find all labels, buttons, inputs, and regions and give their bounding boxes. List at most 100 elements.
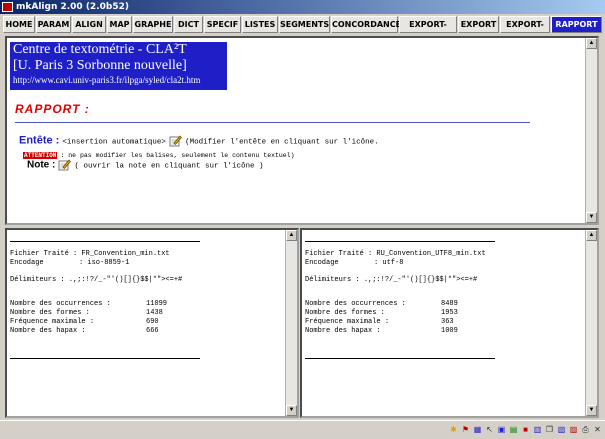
report-panel[interactable]: Centre de textométrie - CLA²T [U. Paris … (5, 36, 599, 225)
stats-divider-top (10, 241, 200, 242)
right-stats-scrollbar[interactable]: ▲ ▼ (585, 230, 597, 416)
right-stat-row: Nombre des occurrences : 8489 (305, 300, 458, 308)
flag-icon[interactable]: ⚑ (460, 423, 471, 436)
left-stats-scrollbar[interactable]: ▲ ▼ (285, 230, 297, 416)
tab-map[interactable]: MAP (107, 16, 132, 33)
pointer-icon[interactable]: ↖ (484, 423, 495, 436)
stat-value: 1438 (146, 309, 163, 317)
delim-value: .,;:!?/_-"'()[]{}$$|*"><=+# (363, 276, 478, 284)
window-title: mkAlign 2.00 (2.0b52) (16, 2, 129, 12)
right-stat-row: Fréquence maximale : 363 (305, 318, 454, 326)
stat-label: Nombre des formes : (305, 309, 385, 317)
delim-value: .,;:!?/_-"'()[]{}$$|*"><=+# (68, 276, 183, 284)
left-stat-row: Nombre des formes : 1438 (10, 309, 163, 317)
right-stat-row: Nombre des formes : 1953 (305, 309, 458, 317)
scroll-up-icon[interactable]: ▲ (286, 230, 297, 241)
window-icon[interactable]: ▣ (496, 423, 507, 436)
scroll-down-icon[interactable]: ▼ (586, 212, 597, 223)
tab-dict[interactable]: DICT (174, 16, 203, 33)
tab-param[interactable]: PARAM (36, 16, 71, 33)
stats-divider-top (305, 241, 495, 242)
stat-value: 1953 (441, 309, 458, 317)
app-icon (2, 2, 13, 12)
scroll-up-icon[interactable]: ▲ (586, 38, 597, 49)
tab-listes[interactable]: LISTES (242, 16, 278, 33)
scroll-down-icon[interactable]: ▼ (286, 405, 297, 416)
encoding-value: : utf-8 (374, 259, 404, 267)
scroll-up-icon[interactable]: ▲ (586, 230, 597, 241)
file-label: Fichier Traité : (305, 250, 373, 258)
left-stats-panel[interactable]: Fichier Traité : FR_Convention_min.txt E… (5, 228, 299, 418)
tab-segments[interactable]: SEGMENTS (279, 16, 330, 33)
stat-value: 363 (441, 318, 454, 326)
star-icon[interactable]: ✱ (448, 423, 459, 436)
close-icon[interactable]: ✕ (592, 423, 603, 436)
delim-label: Délimiteurs : (10, 276, 65, 284)
header-url[interactable]: http://www.cavi.univ-paris3.fr/ilpga/syl… (13, 74, 227, 86)
encoding-label: Encodage (10, 259, 44, 267)
scroll-down-icon[interactable]: ▼ (586, 405, 597, 416)
left-file-row: Fichier Traité : FR_Convention_min.txt (10, 250, 170, 258)
note-label: Note : (27, 159, 56, 171)
right-delim-row: Délimiteurs : .,;:!?/_-"'()[]{}$$|*"><=+… (305, 276, 477, 284)
chart-icon[interactable]: ▦ (472, 423, 483, 436)
delim-label: Délimiteurs : (305, 276, 360, 284)
entete-label: Entête : (19, 134, 60, 147)
tab-export[interactable]: EXPORT (458, 16, 499, 33)
entete-row: Entête : <insertion automatique> (Modifi… (19, 134, 379, 147)
right-stats-panel[interactable]: Fichier Traité : RU_Convention_UTF8_min.… (300, 228, 599, 418)
tab-graphe[interactable]: GRAPHE (133, 16, 173, 33)
stat-value: 11099 (146, 300, 168, 308)
image-icon[interactable]: ▨ (568, 423, 579, 436)
left-encoding-row: Encodage : iso-8859-1 (10, 259, 129, 267)
left-delim-row: Délimiteurs : .,;:!?/_-"'()[]{}$$|*"><=+… (10, 276, 182, 284)
stat-value: 8489 (441, 300, 458, 308)
entete-hint: (Modifier l'entête en cliquant sur l'icô… (185, 138, 379, 147)
left-stat-row: Nombre des occurrences : 11099 (10, 300, 167, 308)
entete-insert: <insertion automatique> (62, 138, 166, 147)
right-file-row: Fichier Traité : RU_Convention_UTF8_min.… (305, 250, 486, 258)
file-label: Fichier Traité : (10, 250, 78, 258)
layout-icon[interactable]: ▥ (532, 423, 543, 436)
right-stat-row: Nombre des hapax : 1009 (305, 327, 458, 335)
tab-export-l3[interactable]: EXPORT-L3 (500, 16, 550, 44)
note-row: Note : ( ouvrir la note en cliquant sur … (27, 158, 264, 171)
stats-divider-bottom (305, 358, 495, 359)
right-encoding-row: Encodage : utf-8 (305, 259, 403, 267)
stat-value: 666 (146, 327, 159, 335)
stat-label: Fréquence maximale : (10, 318, 95, 326)
stat-value: 1009 (441, 327, 458, 335)
file-value: RU_Convention_UTF8_min.txt (376, 250, 486, 258)
title-bar: mkAlign 2.00 (2.0b52) (0, 0, 605, 14)
report-scrollbar[interactable]: ▲ ▼ (585, 38, 597, 223)
stat-label: Nombre des formes : (10, 309, 90, 317)
stat-value: 690 (146, 318, 159, 326)
toolbar-icons: ✱ ⚑ ▦ ↖ ▣ ▤ ■ ▥ ❐ ▧ ▨ ⎙ ✕ (448, 423, 603, 438)
copy-icon[interactable]: ❐ (544, 423, 555, 436)
tile-icon[interactable]: ▧ (556, 423, 567, 436)
tab-rapport[interactable]: RAPPORT (551, 16, 602, 33)
tab-export-xml[interactable]: EXPORT-XML (399, 16, 457, 44)
report-title: RAPPORT : (15, 102, 90, 116)
document-icon[interactable]: ▤ (508, 423, 519, 436)
pen-paper-icon[interactable] (169, 134, 182, 147)
stat-label: Nombre des occurrences : (305, 300, 406, 308)
header-line1: Centre de textométrie - CLA²T (13, 42, 187, 57)
header-line2: [U. Paris 3 Sorbonne nouvelle] (13, 58, 187, 73)
print-icon[interactable]: ⎙ (580, 423, 591, 436)
pen-paper-icon[interactable] (58, 158, 72, 171)
encoding-value: : iso-8859-1 (79, 259, 130, 267)
stat-label: Nombre des occurrences : (10, 300, 111, 308)
status-bar: ✱ ⚑ ▦ ↖ ▣ ▤ ■ ▥ ❐ ▧ ▨ ⎙ ✕ (0, 420, 605, 439)
tab-home[interactable]: HOME (3, 16, 35, 33)
stat-label: Nombre des hapax : (305, 327, 381, 335)
file-value: FR_Convention_min.txt (81, 250, 170, 258)
stat-label: Nombre des hapax : (10, 327, 86, 335)
tab-align[interactable]: ALIGN (72, 16, 106, 33)
tab-concordance[interactable]: CONCORDANCE (331, 16, 401, 33)
stop-icon[interactable]: ■ (520, 423, 531, 436)
encoding-label: Encodage (305, 259, 339, 267)
report-divider (15, 122, 530, 123)
note-hint: ( ouvrir la note en cliquant sur l'icône… (74, 162, 264, 171)
tab-specif[interactable]: SPECIF (204, 16, 241, 33)
